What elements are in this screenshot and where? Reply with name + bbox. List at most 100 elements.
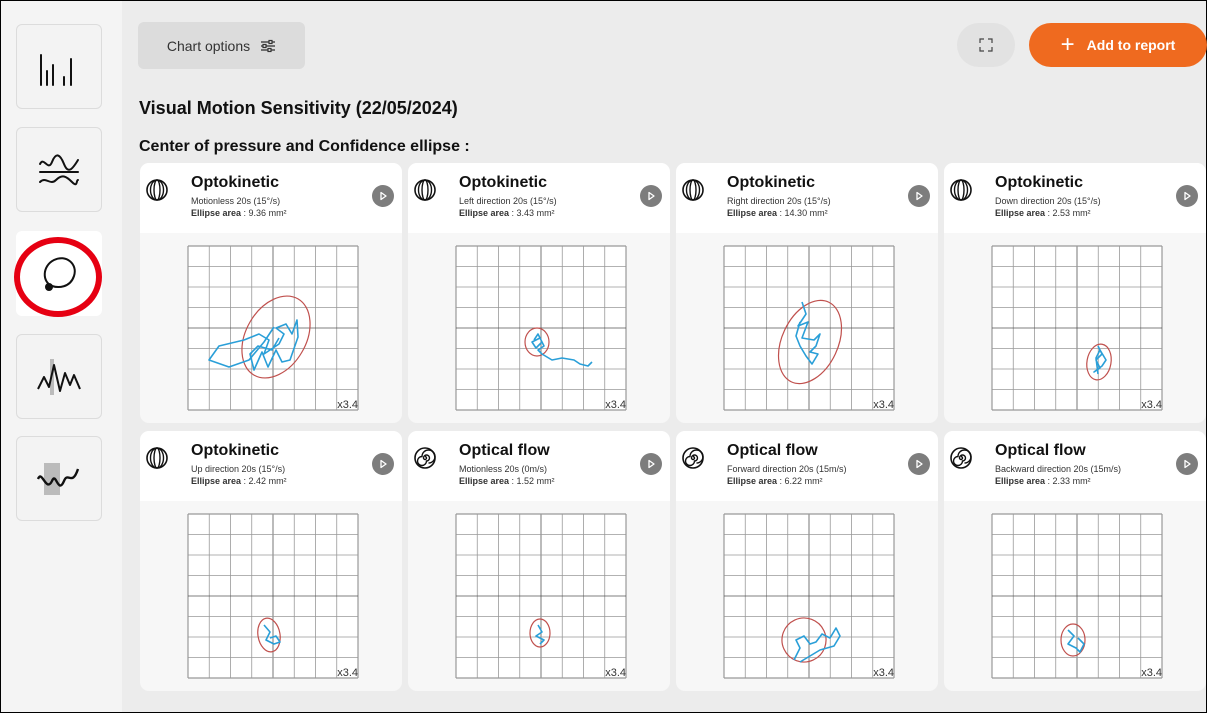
test-card: Optokinetic Right direction 20s (15°/s) … — [676, 163, 938, 423]
play-icon — [1184, 191, 1191, 201]
spectrum-wave-icon — [36, 462, 80, 495]
main-content: Chart options + Add to report Visual Mot… — [122, 1, 1207, 713]
ellipse-area-label: Ellipse area — [459, 208, 510, 218]
ellipse-area: Ellipse area : 1.52 mm² — [459, 476, 555, 486]
card-header: Optokinetic Down direction 20s (15°/s) E… — [944, 163, 1206, 233]
scale-label: x3.4 — [1141, 667, 1162, 679]
ellipse-area: Ellipse area : 2.42 mm² — [191, 476, 287, 486]
ellipse-area: Ellipse area : 2.53 mm² — [995, 208, 1091, 218]
ellipse-area-label: Ellipse area — [191, 476, 242, 486]
card-header: Optical flow Backward direction 20s (15m… — [944, 431, 1206, 501]
card-header: Optokinetic Up direction 20s (15°/s) Ell… — [140, 431, 402, 501]
card-header: Optical flow Forward direction 20s (15m/… — [676, 431, 938, 501]
ellipse-area-label: Ellipse area — [995, 208, 1046, 218]
stabilogram-plot: x3.4 — [720, 242, 898, 413]
stabilogram-plot: x3.4 — [452, 242, 630, 413]
ellipse-area-value: : 2.33 mm² — [1045, 476, 1091, 486]
ellipse-area-value: : 14.30 mm² — [777, 208, 828, 218]
play-button[interactable] — [908, 185, 930, 207]
sidebar-item-stabilogram[interactable] — [16, 231, 102, 316]
stabilogram-plot: x3.4 — [184, 510, 362, 681]
sidebar-item-signal[interactable] — [16, 334, 102, 419]
card-title: Optical flow — [459, 442, 550, 459]
stabilogram-icon — [43, 256, 76, 291]
scale-label: x3.4 — [605, 399, 626, 411]
optokinetic-drum-icon — [146, 447, 168, 469]
card-subtitle: Motionless 20s (0m/s) — [459, 464, 548, 474]
ellipse-area-value: : 9.36 mm² — [241, 208, 287, 218]
stabilogram-plot: x3.4 — [452, 510, 630, 681]
play-icon — [648, 191, 655, 201]
ellipse-area: Ellipse area : 3.43 mm² — [459, 208, 555, 218]
test-card: Optokinetic Left direction 20s (15°/s) E… — [408, 163, 670, 423]
chart-options-label: Chart options — [166, 37, 251, 54]
card-subtitle: Backward direction 20s (15m/s) — [995, 464, 1122, 474]
scale-label: x3.4 — [337, 399, 358, 411]
card-header: Optokinetic Right direction 20s (15°/s) … — [676, 163, 938, 233]
card-title: Optokinetic — [191, 174, 280, 191]
card-header: Optical flow Motionless 20s (0m/s) Ellip… — [408, 431, 670, 501]
card-title: Optokinetic — [995, 174, 1084, 191]
scale-label: x3.4 — [1141, 399, 1162, 411]
play-button[interactable] — [372, 185, 394, 207]
stabilogram-plot: x3.4 — [184, 242, 362, 413]
play-button[interactable] — [640, 185, 662, 207]
add-to-report-label: Add to report — [1086, 37, 1176, 53]
bar-chart-icon — [40, 53, 72, 86]
ellipse-area-value: : 6.22 mm² — [777, 476, 823, 486]
plus-icon: + — [1060, 31, 1075, 58]
signal-wave-icon — [37, 358, 81, 395]
card-subtitle: Right direction 20s (15°/s) — [727, 196, 831, 206]
waveform-stack-icon — [39, 154, 79, 185]
expand-icon — [979, 38, 993, 52]
fullscreen-button[interactable] — [957, 23, 1015, 67]
optical-flow-spiral-icon — [682, 447, 704, 469]
test-card: Optical flow Forward direction 20s (15m/… — [676, 431, 938, 691]
play-icon — [916, 459, 923, 469]
test-card: Optokinetic Up direction 20s (15°/s) Ell… — [140, 431, 402, 691]
card-subtitle: Forward direction 20s (15m/s) — [727, 464, 847, 474]
scale-label: x3.4 — [873, 667, 894, 679]
card-subtitle: Up direction 20s (15°/s) — [191, 464, 286, 474]
test-card: Optical flow Backward direction 20s (15m… — [944, 431, 1206, 691]
stabilogram-plot: x3.4 — [988, 510, 1166, 681]
play-button[interactable] — [1176, 453, 1198, 475]
sidebar-item-waveforms[interactable] — [16, 127, 102, 212]
card-subtitle: Left direction 20s (15°/s) — [459, 196, 557, 206]
ellipse-area-label: Ellipse area — [727, 208, 778, 218]
ellipse-area-value: : 3.43 mm² — [509, 208, 555, 218]
test-card: Optokinetic Down direction 20s (15°/s) E… — [944, 163, 1206, 423]
ellipse-area-label: Ellipse area — [727, 476, 778, 486]
optokinetic-drum-icon — [682, 179, 704, 201]
section-title: Center of pressure and Confidence ellips… — [139, 138, 470, 155]
optokinetic-drum-icon — [146, 179, 168, 201]
play-button[interactable] — [372, 453, 394, 475]
ellipse-area: Ellipse area : 9.36 mm² — [191, 208, 287, 218]
sidebar — [1, 1, 122, 712]
ellipse-area-value: : 2.53 mm² — [1045, 208, 1091, 218]
optical-flow-spiral-icon — [414, 447, 436, 469]
page-title: Visual Motion Sensitivity (22/05/2024) — [139, 98, 458, 118]
ellipse-area: Ellipse area : 14.30 mm² — [727, 208, 828, 218]
sliders-icon — [261, 39, 276, 52]
ellipse-area: Ellipse area : 6.22 mm² — [727, 476, 823, 486]
optokinetic-drum-icon — [414, 179, 436, 201]
card-subtitle: Motionless 20s (15°/s) — [191, 196, 281, 206]
card-title: Optokinetic — [191, 442, 280, 459]
play-button[interactable] — [640, 453, 662, 475]
card-header: Optokinetic Left direction 20s (15°/s) E… — [408, 163, 670, 233]
play-button[interactable] — [1176, 185, 1198, 207]
play-button[interactable] — [908, 453, 930, 475]
optokinetic-drum-icon — [950, 179, 972, 201]
optical-flow-spiral-icon — [950, 447, 972, 469]
ellipse-area-value: : 2.42 mm² — [241, 476, 287, 486]
sidebar-item-spectrum[interactable] — [16, 436, 102, 521]
ellipse-area-value: : 1.52 mm² — [509, 476, 555, 486]
ellipse-area-label: Ellipse area — [995, 476, 1046, 486]
stabilogram-plot: x3.4 — [720, 510, 898, 681]
chart-options-button[interactable]: Chart options — [138, 22, 305, 69]
test-card: Optokinetic Motionless 20s (15°/s) Ellip… — [140, 163, 402, 423]
sidebar-item-bar-chart[interactable] — [16, 24, 102, 109]
add-to-report-button[interactable]: + Add to report — [1029, 23, 1207, 67]
card-title: Optokinetic — [727, 174, 816, 191]
